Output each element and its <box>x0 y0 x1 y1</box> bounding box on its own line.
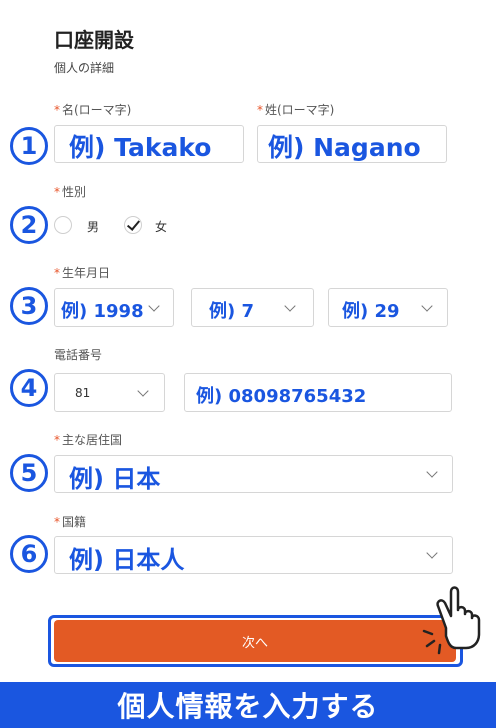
residence-select[interactable]: 例) 日本 <box>54 455 453 493</box>
gender-male-label: 男 <box>87 220 100 234</box>
birth-month-select[interactable]: 例) 7 <box>191 288 314 327</box>
nationality-select[interactable]: 例) 日本人 <box>54 536 453 574</box>
page-subtitle: 個人の詳細 <box>54 61 115 75</box>
residence-label: * 主な居住国 <box>54 433 123 447</box>
step-marker-3: 3 <box>10 287 48 325</box>
chevron-down-icon <box>426 547 438 559</box>
phone-number-field[interactable]: 例) 08098765432 <box>184 373 452 412</box>
birth-day-select[interactable]: 例) 29 <box>328 288 448 327</box>
last-name-placeholder: 例) Nagano <box>268 133 421 162</box>
birth-month-placeholder: 例) 7 <box>209 301 255 322</box>
gender-label: * 性別 <box>54 185 87 199</box>
step-marker-4: 4 <box>10 369 48 407</box>
instruction-banner: 個人情報を入力する <box>0 682 496 728</box>
country-code-select[interactable]: 81 <box>54 373 165 412</box>
phone-number-placeholder: 例) 08098765432 <box>196 386 367 407</box>
last-name-label: * 姓(ローマ字) <box>257 103 335 117</box>
step-marker-1: 1 <box>10 127 48 165</box>
first-name-placeholder: 例) Takako <box>69 133 212 162</box>
check-icon <box>126 217 141 231</box>
step-marker-6: 6 <box>10 535 48 573</box>
nationality-placeholder: 例) 日本人 <box>69 546 185 574</box>
gender-female-label: 女 <box>155 220 168 234</box>
chevron-down-icon <box>148 300 160 312</box>
step-marker-2: 2 <box>10 206 48 244</box>
chevron-down-icon <box>426 466 438 478</box>
first-name-field[interactable]: 例) Takako <box>54 125 244 163</box>
birthdate-label: * 生年月日 <box>54 266 111 280</box>
gender-female-radio[interactable] <box>124 216 142 234</box>
nationality-label: * 国籍 <box>54 515 87 529</box>
chevron-down-icon <box>137 385 149 397</box>
birth-year-select[interactable]: 例) 1998 <box>54 288 174 327</box>
next-button[interactable]: 次へ <box>54 620 456 662</box>
country-code-value: 81 <box>75 386 91 400</box>
first-name-label: * 名(ローマ字) <box>54 103 132 117</box>
last-name-field[interactable]: 例) Nagano <box>257 125 447 163</box>
pointing-hand-icon <box>422 586 481 655</box>
gender-male-radio[interactable] <box>54 216 72 234</box>
birth-year-placeholder: 例) 1998 <box>61 301 144 322</box>
page-title: 口座開設 <box>54 28 134 52</box>
phone-label: 電話番号 <box>54 348 103 362</box>
chevron-down-icon <box>421 300 433 312</box>
step-marker-5: 5 <box>10 454 48 492</box>
chevron-down-icon <box>284 300 296 312</box>
residence-placeholder: 例) 日本 <box>69 465 161 493</box>
birth-day-placeholder: 例) 29 <box>342 301 400 322</box>
